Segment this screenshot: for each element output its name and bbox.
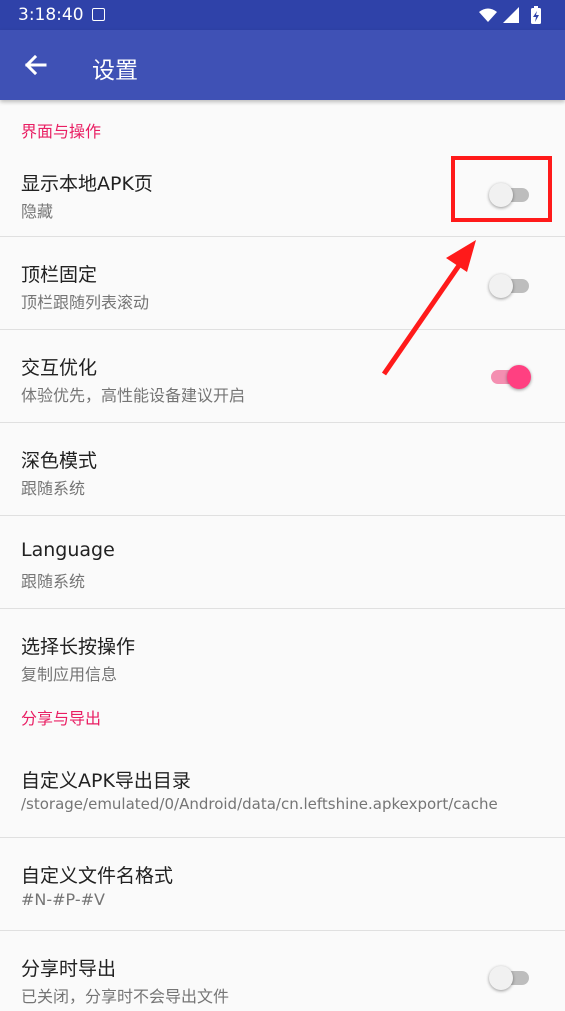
signal-icon bbox=[503, 7, 519, 23]
setting-subtitle: 跟随系统 bbox=[21, 572, 86, 591]
status-time: 3:18:40 bbox=[18, 5, 84, 25]
setting-title: 交互优化 bbox=[21, 357, 98, 379]
setting-export-directory[interactable]: 自定义APK导出目录 /storage/emulated/0/Android/d… bbox=[0, 745, 565, 838]
setting-subtitle: 隐藏 bbox=[21, 202, 54, 221]
toggle-switch-on[interactable] bbox=[489, 363, 531, 391]
setting-title: 自定义APK导出目录 bbox=[21, 770, 191, 792]
setting-subtitle: 复制应用信息 bbox=[21, 665, 118, 684]
app-toolbar: 设置 bbox=[0, 30, 565, 100]
setting-long-press-action[interactable]: 选择长按操作 复制应用信息 bbox=[0, 609, 565, 701]
setting-subtitle: 已关闭，分享时不会导出文件 bbox=[21, 987, 230, 1006]
back-button[interactable] bbox=[16, 45, 56, 85]
setting-language[interactable]: Language 跟随系统 bbox=[0, 516, 565, 609]
setting-title: 分享时导出 bbox=[21, 958, 117, 980]
annotation-arrow-icon bbox=[381, 240, 476, 376]
setting-title: 自定义文件名格式 bbox=[21, 865, 174, 887]
arrow-left-icon bbox=[24, 54, 47, 76]
section-header-ui: 界面与操作 bbox=[21, 122, 102, 141]
setting-subtitle: #N-#P-#V bbox=[21, 890, 105, 909]
setting-title: 顶栏固定 bbox=[21, 264, 98, 286]
setting-title: 深色模式 bbox=[21, 450, 98, 472]
setting-subtitle: 体验优先，高性能设备建议开启 bbox=[21, 386, 246, 405]
section-header-share-export: 分享与导出 bbox=[21, 709, 102, 728]
setting-filename-format[interactable]: 自定义文件名格式 #N-#P-#V bbox=[0, 838, 565, 931]
battery-charging-icon bbox=[531, 6, 541, 24]
setting-title: 显示本地APK页 bbox=[21, 173, 153, 195]
setting-dark-mode[interactable]: 深色模式 跟随系统 bbox=[0, 423, 565, 516]
setting-export-on-share[interactable]: 分享时导出 已关闭，分享时不会导出文件 bbox=[0, 931, 565, 1011]
wifi-icon bbox=[479, 8, 497, 22]
setting-subtitle: 顶栏跟随列表滚动 bbox=[21, 293, 150, 312]
setting-subtitle: 跟随系统 bbox=[21, 479, 86, 498]
highlight-box bbox=[451, 156, 552, 222]
setting-subtitle: /storage/emulated/0/Android/data/cn.left… bbox=[21, 795, 498, 813]
toggle-switch-off[interactable] bbox=[489, 272, 531, 300]
notification-icon bbox=[92, 8, 105, 21]
status-bar: 3:18:40 bbox=[0, 0, 565, 30]
setting-title: Language bbox=[21, 539, 115, 561]
page-title: 设置 bbox=[92, 58, 138, 84]
toggle-switch-off[interactable] bbox=[489, 964, 531, 992]
setting-title: 选择长按操作 bbox=[21, 636, 136, 658]
